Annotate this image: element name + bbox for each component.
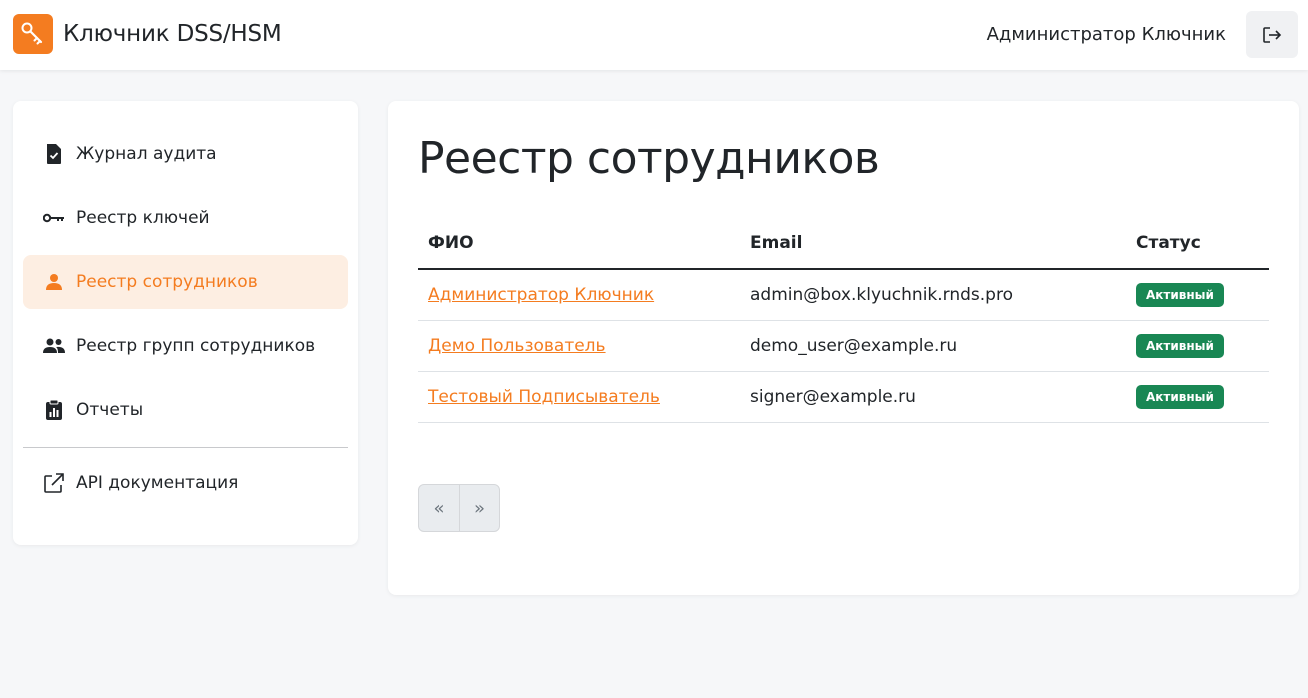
page-title: Реестр сотрудников — [418, 133, 880, 184]
status-badge: Активный — [1136, 282, 1224, 307]
table-row: Демо Пользователь demo_user@example.ru А… — [418, 320, 1269, 372]
status-badge: Активный — [1136, 333, 1224, 358]
status-cell: Активный — [1126, 371, 1269, 423]
status-cell: Активный — [1126, 320, 1269, 372]
file-check-icon — [43, 143, 65, 165]
clipboard-data-icon — [43, 399, 65, 421]
name-cell: Демо Пользователь — [418, 320, 740, 372]
employee-link[interactable]: Тестовый Подписыватель — [428, 387, 660, 407]
pagination-prev-button[interactable]: « — [419, 485, 459, 531]
main-card: Реестр сотрудников ФИО Email Статус Адми… — [388, 101, 1299, 595]
external-link-icon — [43, 472, 65, 494]
users-icon — [43, 335, 65, 357]
app-title[interactable]: Ключник DSS/HSM — [63, 19, 282, 49]
sidebar-item-label: API документация — [76, 473, 239, 493]
current-user-name[interactable]: Администратор Ключник — [987, 23, 1226, 47]
sidebar-item-employee-groups[interactable]: Реестр групп сотрудников — [23, 319, 348, 373]
sidebar: Журнал аудита Реестр ключей Реестр сотру… — [13, 101, 358, 545]
sidebar-item-audit-log[interactable]: Журнал аудита — [23, 127, 348, 181]
table-header-row: ФИО Email Статус — [418, 217, 1269, 270]
column-header-email: Email — [740, 217, 1126, 270]
logout-icon — [1263, 26, 1282, 43]
table-row: Тестовый Подписыватель signer@example.ru… — [418, 371, 1269, 423]
sidebar-item-label: Отчеты — [76, 400, 144, 420]
sidebar-item-key-registry[interactable]: Реестр ключей — [23, 191, 348, 245]
status-badge: Активный — [1136, 384, 1224, 409]
email-cell: admin@box.klyuchnik.rnds.pro — [740, 269, 1126, 321]
top-navbar: Ключник DSS/HSM Администратор Ключник — [0, 0, 1308, 70]
sidebar-item-employee-registry[interactable]: Реестр сотрудников — [23, 255, 348, 309]
name-cell: Администратор Ключник — [418, 269, 740, 321]
email-cell: signer@example.ru — [740, 371, 1126, 423]
key-logo-icon[interactable] — [13, 14, 53, 54]
email-cell: demo_user@example.ru — [740, 320, 1126, 372]
sidebar-item-label: Журнал аудита — [76, 144, 217, 164]
logout-button[interactable] — [1246, 11, 1298, 58]
column-header-status: Статус — [1126, 217, 1269, 270]
employee-link[interactable]: Администратор Ключник — [428, 285, 654, 305]
employee-link[interactable]: Демо Пользователь — [428, 336, 606, 356]
name-cell: Тестовый Подписыватель — [418, 371, 740, 423]
pagination-next-button[interactable]: » — [459, 485, 499, 531]
key-icon — [43, 207, 65, 229]
user-icon — [43, 271, 65, 293]
sidebar-divider — [23, 447, 348, 448]
sidebar-item-label: Реестр ключей — [76, 208, 210, 228]
pagination: « » — [418, 484, 500, 532]
column-header-name: ФИО — [418, 217, 740, 270]
sidebar-item-api-docs[interactable]: API документация — [23, 456, 348, 510]
status-cell: Активный — [1126, 269, 1269, 321]
employees-table: ФИО Email Статус Администратор Ключник a… — [418, 217, 1269, 423]
sidebar-item-reports[interactable]: Отчеты — [23, 383, 348, 437]
sidebar-item-label: Реестр групп сотрудников — [76, 336, 316, 356]
sidebar-item-label: Реестр сотрудников — [76, 272, 258, 292]
table-row: Администратор Ключник admin@box.klyuchni… — [418, 269, 1269, 321]
